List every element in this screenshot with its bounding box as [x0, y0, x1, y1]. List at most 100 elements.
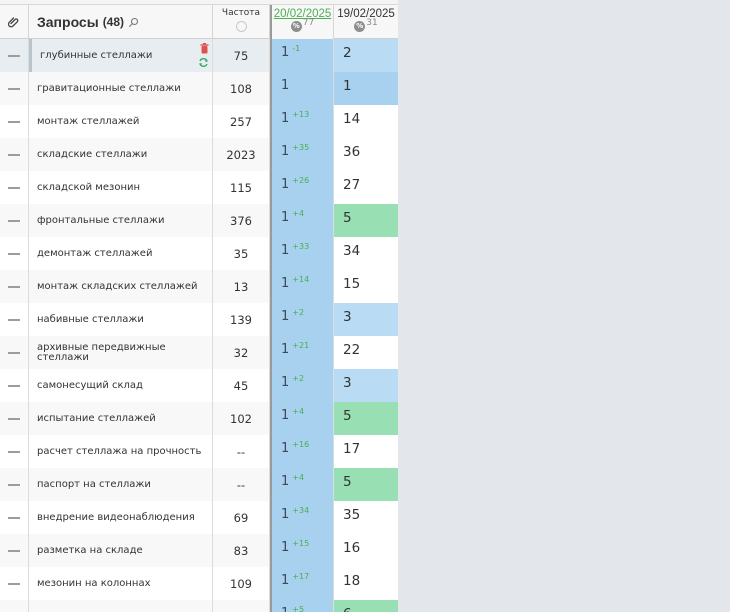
dash-icon[interactable]	[8, 186, 20, 189]
dash-icon[interactable]	[8, 120, 20, 123]
date-column-header-2[interactable]: 19/02/2025 % 31	[334, 5, 398, 39]
position-cell-1[interactable]: 1 +4	[270, 204, 334, 237]
query-cell[interactable]: складской мезонин	[29, 171, 213, 204]
row-toggle[interactable]	[0, 237, 29, 270]
table-row[interactable]: монтаж стеллажей 257 1 +13 14	[0, 105, 398, 138]
query-text[interactable]: демонтаж стеллажей	[37, 248, 152, 259]
query-cell[interactable]: складские стеллажи	[29, 138, 213, 171]
table-row[interactable]: паспорт на стеллажи -- 1 +4 5	[0, 468, 398, 501]
table-row[interactable]: 1 +5 6	[0, 600, 398, 612]
table-row[interactable]: глубинные стеллажи 75 1 -1 2	[0, 39, 398, 72]
row-toggle[interactable]	[0, 336, 29, 369]
query-text[interactable]: складской мезонин	[37, 182, 140, 193]
position-cell-1[interactable]: 1	[270, 72, 334, 105]
dash-icon[interactable]	[8, 417, 20, 420]
position-cell-2[interactable]: 3	[334, 303, 398, 336]
position-cell-2[interactable]: 34	[334, 237, 398, 270]
position-cell-1[interactable]: 1 +14	[270, 270, 334, 303]
position-cell-1[interactable]: 1 +4	[270, 468, 334, 501]
query-text[interactable]: глубинные стеллажи	[40, 50, 152, 61]
query-text[interactable]: монтаж стеллажей	[37, 116, 139, 127]
row-toggle[interactable]	[0, 204, 29, 237]
row-toggle[interactable]	[0, 72, 29, 105]
position-cell-2[interactable]: 5	[334, 204, 398, 237]
query-cell[interactable]: паспорт на стеллажи	[29, 468, 213, 501]
query-text[interactable]: мезонин на колоннах	[37, 578, 151, 589]
dash-icon[interactable]	[8, 351, 20, 354]
dash-icon[interactable]	[8, 285, 20, 288]
refresh-icon[interactable]	[198, 57, 209, 71]
link-column-header[interactable]	[0, 5, 29, 39]
dash-icon[interactable]	[8, 87, 20, 90]
dash-icon[interactable]	[8, 252, 20, 255]
table-row[interactable]: демонтаж стеллажей 35 1 +33 34	[0, 237, 398, 270]
query-cell[interactable]: архивные передвижные стеллажи	[29, 336, 213, 369]
position-cell-2[interactable]: 3	[334, 369, 398, 402]
query-cell[interactable]: расчет стеллажа на прочность	[29, 435, 213, 468]
position-cell-1[interactable]: 1 +2	[270, 369, 334, 402]
date-column-header-1[interactable]: 20/02/2025 % 77	[270, 5, 334, 39]
row-toggle[interactable]	[0, 39, 29, 72]
position-cell-2[interactable]: 6	[334, 600, 398, 612]
query-cell[interactable]: мезонин на колоннах	[29, 567, 213, 600]
query-cell[interactable]: разметка на складе	[29, 534, 213, 567]
search-icon[interactable]	[128, 13, 139, 32]
dash-icon[interactable]	[8, 582, 20, 585]
row-toggle[interactable]	[0, 138, 29, 171]
query-text[interactable]: паспорт на стеллажи	[37, 479, 151, 490]
position-cell-2[interactable]: 27	[334, 171, 398, 204]
dash-icon[interactable]	[8, 450, 20, 453]
table-row[interactable]: складские стеллажи 2023 1 +35 36	[0, 138, 398, 171]
table-row[interactable]: гравитационные стеллажи 108 1 1	[0, 72, 398, 105]
position-cell-1[interactable]: 1 +34	[270, 501, 334, 534]
query-text[interactable]: внедрение видеонаблюдения	[37, 512, 195, 523]
position-cell-2[interactable]: 14	[334, 105, 398, 138]
position-cell-1[interactable]: 1 +26	[270, 171, 334, 204]
position-cell-2[interactable]: 35	[334, 501, 398, 534]
row-toggle[interactable]	[0, 369, 29, 402]
position-cell-2[interactable]: 5	[334, 402, 398, 435]
position-cell-2[interactable]: 36	[334, 138, 398, 171]
table-row[interactable]: внедрение видеонаблюдения 69 1 +34 35	[0, 501, 398, 534]
query-cell[interactable]: самонесущий склад	[29, 369, 213, 402]
position-cell-1[interactable]: 1 +13	[270, 105, 334, 138]
query-cell[interactable]: набивные стеллажи	[29, 303, 213, 336]
query-text[interactable]: гравитационные стеллажи	[37, 83, 181, 94]
position-cell-2[interactable]: 15	[334, 270, 398, 303]
position-cell-2[interactable]: 5	[334, 468, 398, 501]
query-column-header[interactable]: Запросы (48)	[29, 5, 213, 39]
row-toggle[interactable]	[0, 468, 29, 501]
table-row[interactable]: разметка на складе 83 1 +15 16	[0, 534, 398, 567]
position-cell-2[interactable]: 16	[334, 534, 398, 567]
position-cell-1[interactable]: 1 +5	[270, 600, 334, 612]
query-cell[interactable]	[29, 600, 213, 612]
table-row[interactable]: испытание стеллажей 102 1 +4 5	[0, 402, 398, 435]
position-cell-1[interactable]: 1 +4	[270, 402, 334, 435]
frequency-column-header[interactable]: Частота	[213, 5, 270, 39]
position-cell-1[interactable]: 1 +15	[270, 534, 334, 567]
table-row[interactable]: набивные стеллажи 139 1 +2 3	[0, 303, 398, 336]
position-cell-2[interactable]: 22	[334, 336, 398, 369]
query-cell[interactable]: монтаж складских стеллажей	[29, 270, 213, 303]
query-text[interactable]: разметка на складе	[37, 545, 143, 556]
query-cell[interactable]: испытание стеллажей	[29, 402, 213, 435]
table-row[interactable]: фронтальные стеллажи 376 1 +4 5	[0, 204, 398, 237]
position-cell-1[interactable]: 1 +21	[270, 336, 334, 369]
table-row[interactable]: монтаж складских стеллажей 13 1 +14 15	[0, 270, 398, 303]
position-cell-1[interactable]: 1 +2	[270, 303, 334, 336]
row-toggle[interactable]	[0, 567, 29, 600]
dash-icon[interactable]	[8, 483, 20, 486]
dash-icon[interactable]	[8, 54, 20, 57]
table-row[interactable]: мезонин на колоннах 109 1 +17 18	[0, 567, 398, 600]
query-text[interactable]: набивные стеллажи	[37, 314, 144, 325]
query-cell[interactable]: внедрение видеонаблюдения	[29, 501, 213, 534]
query-cell[interactable]: гравитационные стеллажи	[29, 72, 213, 105]
row-toggle[interactable]	[0, 534, 29, 567]
position-cell-2[interactable]: 18	[334, 567, 398, 600]
query-text[interactable]: складские стеллажи	[37, 149, 147, 160]
row-toggle[interactable]	[0, 105, 29, 138]
row-toggle[interactable]	[0, 402, 29, 435]
position-cell-2[interactable]: 17	[334, 435, 398, 468]
query-cell[interactable]: монтаж стеллажей	[29, 105, 213, 138]
query-text[interactable]: фронтальные стеллажи	[37, 215, 164, 226]
